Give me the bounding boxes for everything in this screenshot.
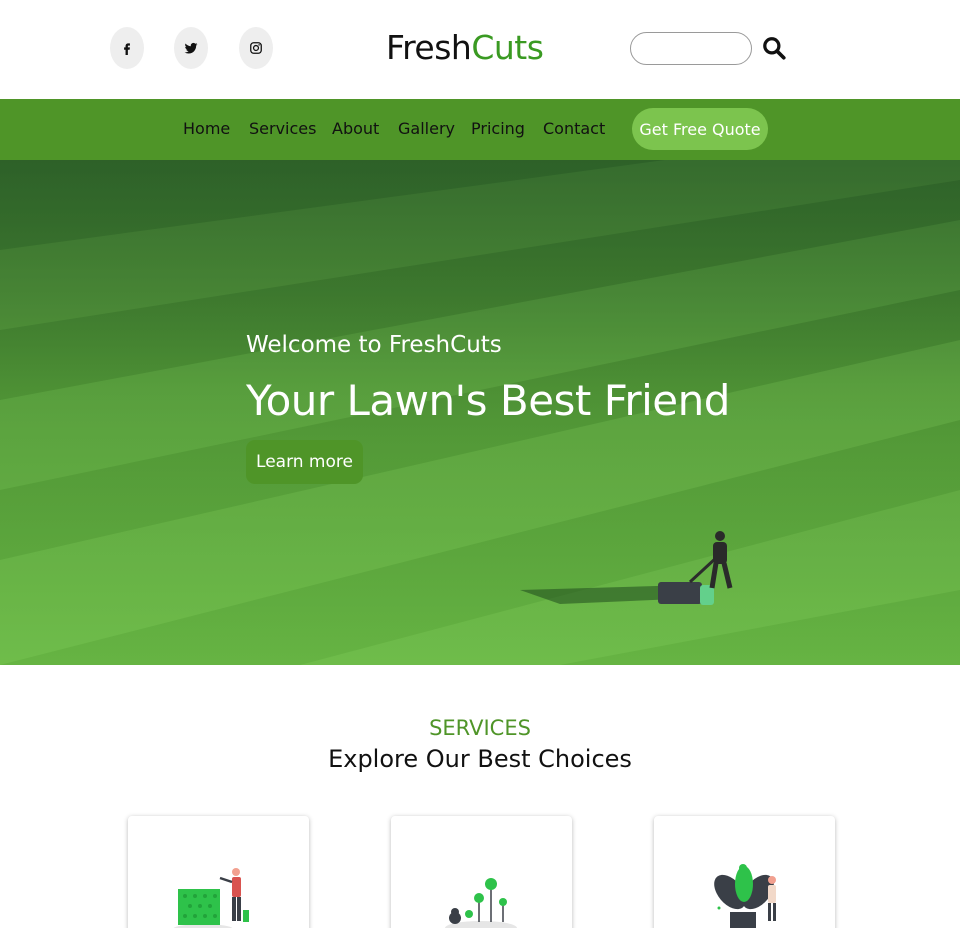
- twitter-icon: [184, 42, 198, 54]
- facebook-icon: [124, 43, 130, 55]
- search-icon: [763, 37, 786, 60]
- nav-about[interactable]: About: [332, 119, 379, 138]
- main-nav: Home Services About Gallery Pricing Cont…: [0, 99, 960, 160]
- service-card-hedge[interactable]: [128, 816, 309, 928]
- search-button[interactable]: [760, 34, 788, 62]
- instagram-icon: [250, 42, 262, 54]
- mower-body: [658, 582, 702, 604]
- top-header: FreshCuts: [0, 0, 960, 99]
- logo-text-fresh: Fresh: [386, 28, 472, 67]
- hero-section: Welcome to FreshCuts Your Lawn's Best Fr…: [0, 160, 960, 665]
- service-card-planting[interactable]: [391, 816, 572, 928]
- nav-home[interactable]: Home: [183, 119, 230, 138]
- hedge-trimming-illustration: [173, 868, 249, 928]
- services-section-title: Explore Our Best Choices: [328, 745, 632, 773]
- logo-text-cuts: Cuts: [471, 28, 544, 67]
- nav-services[interactable]: Services: [249, 119, 316, 138]
- hero-title: Your Lawn's Best Friend: [246, 376, 730, 425]
- hero-welcome-text: Welcome to FreshCuts: [246, 332, 502, 358]
- services-section-label: SERVICES: [429, 716, 531, 740]
- twitter-link[interactable]: [174, 27, 208, 69]
- nav-gallery[interactable]: Gallery: [398, 119, 455, 138]
- get-free-quote-button[interactable]: Get Free Quote: [632, 108, 768, 150]
- instagram-link[interactable]: [239, 27, 273, 69]
- service-card-plant-care[interactable]: [654, 816, 835, 928]
- search-input[interactable]: [630, 32, 752, 65]
- plant-care-illustration: [714, 864, 776, 928]
- nav-contact[interactable]: Contact: [543, 119, 605, 138]
- nav-pricing[interactable]: Pricing: [471, 119, 525, 138]
- facebook-link[interactable]: [110, 27, 144, 69]
- planting-illustration: [445, 878, 517, 928]
- learn-more-button[interactable]: Learn more: [246, 440, 363, 484]
- site-logo[interactable]: FreshCuts: [386, 28, 544, 67]
